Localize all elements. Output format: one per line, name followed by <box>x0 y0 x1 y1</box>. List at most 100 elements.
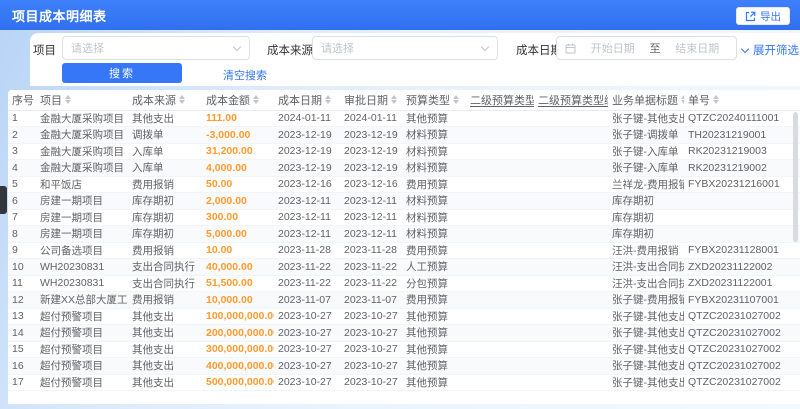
cell-budget_type: 材料预算 <box>402 192 466 210</box>
table-row[interactable]: 15 超付预警项目 其他支出 300,000,000.00 2023-10-27 2023… <box>8 341 800 358</box>
col-header-cost_date[interactable]: 成本日期 <box>274 90 340 111</box>
cell-seq: 3 <box>8 143 36 160</box>
cell-l2_budget_code <box>534 159 608 177</box>
table-row[interactable]: 7 房建一期项目 库存期初 300.00 2023-12-11 2023-12-11 材料预… <box>8 209 800 226</box>
cell-l2_budget_type <box>466 209 534 226</box>
table-row[interactable]: 14 超付预警项目 其他支出 200,000,000.00 2023-10-27 2023… <box>8 324 800 342</box>
col-header-approval_date[interactable]: 审批日期 <box>340 90 402 111</box>
cell-doc_title: 库存期初 <box>608 225 684 243</box>
table-row[interactable]: 11 WH20230831 支出合同执行 51,500.00 2023-11-22 202… <box>8 275 800 292</box>
col-header-l2_budget_code[interactable]: 二级预算类型编码 <box>534 90 608 111</box>
table-row[interactable]: 16 超付预警项目 其他支出 400,000,000.00 2023-10-27 2023… <box>8 357 800 375</box>
clear-search-link[interactable]: 清空搜索 <box>223 67 267 83</box>
cell-l2_budget_code <box>534 308 608 325</box>
cell-l2_budget_type <box>466 275 534 292</box>
cell-cost_date: 2023-12-16 <box>274 176 340 193</box>
cell-project: 超付预警项目 <box>36 374 128 391</box>
cell-approval_date: 2023-12-19 <box>340 126 402 144</box>
cell-approval_date: 2023-11-28 <box>340 242 402 259</box>
col-header-l2_budget_type[interactable]: 二级预算类型 <box>466 90 534 111</box>
cell-approval_date: 2023-10-27 <box>340 341 402 358</box>
sort-carets-icon <box>325 95 331 105</box>
cell-source: 入库单 <box>128 159 202 177</box>
cell-cost_date: 2023-11-22 <box>274 258 340 276</box>
cell-doc_title: 张子键-其他支出 <box>608 357 684 375</box>
cell-amount: 500,000,000.00 <box>202 374 274 391</box>
table-row[interactable]: 10 WH20230831 支出合同执行 40,000.00 2023-11-22 202… <box>8 258 800 276</box>
table-row[interactable]: 3 金融大厦采购项目 入库单 31,200.00 2023-12-19 2023-12-1… <box>8 143 800 160</box>
table-row[interactable]: 2 金融大厦采购项目 调拨单 -3,000.00 2023-12-19 2023-12-1… <box>8 126 800 144</box>
cell-amount: 100,000,000.00 <box>202 308 274 325</box>
table-row[interactable]: 17 超付预警项目 其他支出 500,000,000.00 2023-10-27 2023… <box>8 374 800 391</box>
table-row[interactable]: 13 超付预警项目 其他支出 100,000,000.00 2023-10-27 2023… <box>8 308 800 325</box>
expand-filter-label: 展开筛选 <box>753 45 799 57</box>
cell-l2_budget_code <box>534 176 608 193</box>
table-row[interactable]: 9 公司备选项目 费用报销 10.00 2023-11-28 2023-11-28 费用预算… <box>8 242 800 259</box>
date-start-placeholder: 开始日期 <box>590 43 635 55</box>
col-header-budget_type[interactable]: 预算类型 <box>402 90 466 111</box>
export-button[interactable]: 导出 <box>736 7 790 25</box>
cell-l2_budget_type <box>466 159 534 177</box>
export-icon <box>745 11 756 21</box>
project-select[interactable]: 请选择 <box>62 36 250 60</box>
table-row[interactable]: 12新建XX总部大厦工程二期费用报销10,000.002023-11-07202… <box>8 291 800 309</box>
expand-filter-link[interactable]: 展开筛选 <box>740 42 799 58</box>
cell-l2_budget_code <box>534 374 608 391</box>
col-header-doc_title[interactable]: 业务单据标题 <box>608 90 684 111</box>
table-row[interactable]: 1 金融大厦采购项目 其他支出 111.00 2024-01-11 2024-01-11 其… <box>8 110 800 127</box>
col-header-label: 业务单据标题 <box>612 94 678 107</box>
vertical-scrollbar-thumb[interactable] <box>793 112 798 242</box>
cell-source: 其他支出 <box>128 308 202 325</box>
cell-doc_no: QTZC20231027002 <box>684 324 800 342</box>
cell-project: 公司备选项目 <box>36 242 128 259</box>
cell-amount: 400,000,000.00 <box>202 357 274 375</box>
cell-doc_title: 张子键-其他支出 <box>608 324 684 342</box>
col-header-amount[interactable]: 成本金额 <box>202 90 274 111</box>
date-separator-label: 至 <box>649 43 661 55</box>
cell-source: 其他支出 <box>128 357 202 375</box>
cell-project: WH20230831 <box>36 275 128 292</box>
table-row[interactable]: 8 房建一期项目 库存期初 5,000.00 2023-12-11 2023-12-11 材… <box>8 225 800 243</box>
cell-budget_type: 材料预算 <box>402 209 466 226</box>
source-select[interactable]: 请选择 <box>312 36 498 60</box>
cell-project: 超付预警项目 <box>36 324 128 342</box>
cell-source: 库存期初 <box>128 209 202 226</box>
table-body: 1 金融大厦采购项目 其他支出 111.00 2024-01-11 2024-01-11 其… <box>8 110 800 391</box>
col-header-source[interactable]: 成本来源 <box>128 90 202 111</box>
table-row[interactable]: 6 房建一期项目 库存期初 2,000.00 2023-12-11 2023-12-11 材… <box>8 192 800 210</box>
search-button[interactable]: 搜索 <box>62 63 182 83</box>
cell-amount: 40,000.00 <box>202 258 274 276</box>
cell-source: 调拨单 <box>128 126 202 144</box>
cell-budget_type: 费用预算 <box>402 242 466 259</box>
col-header-label: 项目 <box>40 94 62 107</box>
cell-doc_title: 张子键-费用报销 <box>608 291 684 309</box>
cell-approval_date: 2023-12-11 <box>340 192 402 210</box>
cell-cost_date: 2023-12-19 <box>274 159 340 177</box>
project-select-placeholder: 请选择 <box>71 43 104 55</box>
cost-table-panel: 序号项目 成本来源 成本金额 成本日期 审批日期 预算类型 二级预算类型二级预算类型编码业务… <box>8 90 800 404</box>
cell-budget_type: 其他预算 <box>402 341 466 358</box>
cell-seq: 14 <box>8 324 36 342</box>
cell-doc_title: 汪洪-费用报销 <box>608 242 684 259</box>
sort-carets-icon <box>681 95 684 105</box>
cell-l2_budget_type <box>466 308 534 325</box>
calendar-icon <box>565 43 576 53</box>
cell-approval_date: 2023-12-16 <box>340 176 402 193</box>
cell-seq: 1 <box>8 110 36 127</box>
col-header-label: 二级预算类型编码 <box>538 94 608 107</box>
table-row[interactable]: 4 金融大厦采购项目 入库单 4,000.00 2023-12-19 2023-12-19… <box>8 159 800 177</box>
col-header-doc_no[interactable]: 单号 <box>684 90 800 111</box>
collapsed-drawer-handle[interactable] <box>0 186 7 214</box>
col-header-project[interactable]: 项目 <box>36 90 128 111</box>
cell-doc_title: 张子键-其他支出 <box>608 110 684 127</box>
table-row[interactable]: 5 和平饭店 费用报销 50.00 2023-12-16 2023-12-16 费用预算 兰祥… <box>8 176 800 193</box>
source-filter-label: 成本来源 <box>267 45 313 57</box>
cell-source: 入库单 <box>128 143 202 160</box>
col-header-label: 单号 <box>688 94 710 107</box>
cell-approval_date: 2023-10-27 <box>340 324 402 342</box>
date-range-input[interactable]: 开始日期 至 结束日期 <box>556 36 737 60</box>
source-select-placeholder: 请选择 <box>321 43 354 55</box>
page: 项目成本明细表 导出 项目 请选择 成本来源 请选择 成本日期 开始日期 至 结… <box>0 0 800 409</box>
sort-carets-icon <box>179 95 185 105</box>
cell-doc_title: 张子键-其他支出 <box>608 341 684 358</box>
